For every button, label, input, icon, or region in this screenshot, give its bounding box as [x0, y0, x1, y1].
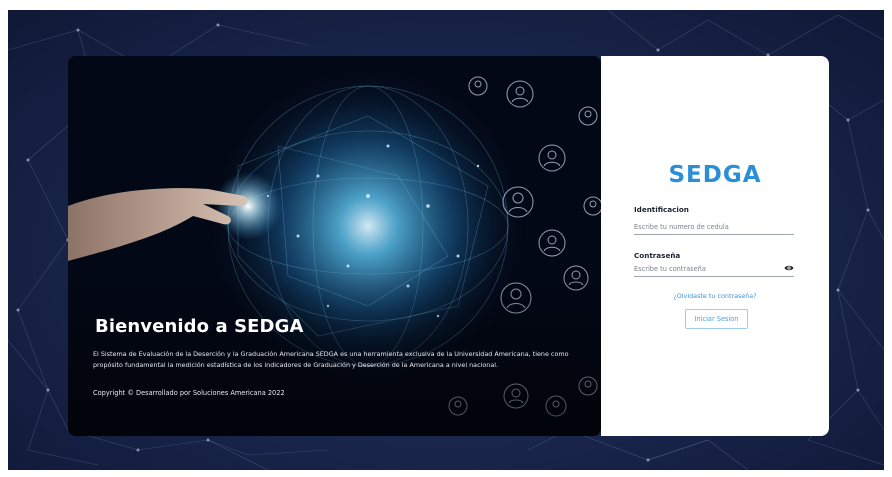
password-label: Contraseña [634, 251, 681, 260]
copyright-text: Copyright © Desarrollado por Soluciones … [93, 389, 285, 397]
login-card: SEDGA Identificacion Contraseña ¿Olvidas… [601, 56, 829, 436]
welcome-hero-panel: Bienvenido a SEDGA El Sistema de Evaluac… [68, 56, 601, 436]
forgot-password-link[interactable]: ¿Olvidaste tu contraseña? [601, 292, 829, 300]
password-input[interactable] [634, 262, 794, 277]
welcome-description: El Sistema de Evaluación de la Deserción… [93, 350, 569, 369]
identification-label: Identificacion [634, 205, 689, 214]
page-background: Bienvenido a SEDGA El Sistema de Evaluac… [8, 10, 884, 470]
sedga-logo: SEDGA [668, 162, 762, 188]
welcome-title: Bienvenido a SEDGA [95, 316, 304, 337]
hero-globe-image [68, 56, 601, 436]
login-button[interactable]: Iniciar Sesion [685, 309, 748, 329]
eye-icon[interactable] [784, 264, 794, 272]
identification-input[interactable] [634, 220, 794, 235]
